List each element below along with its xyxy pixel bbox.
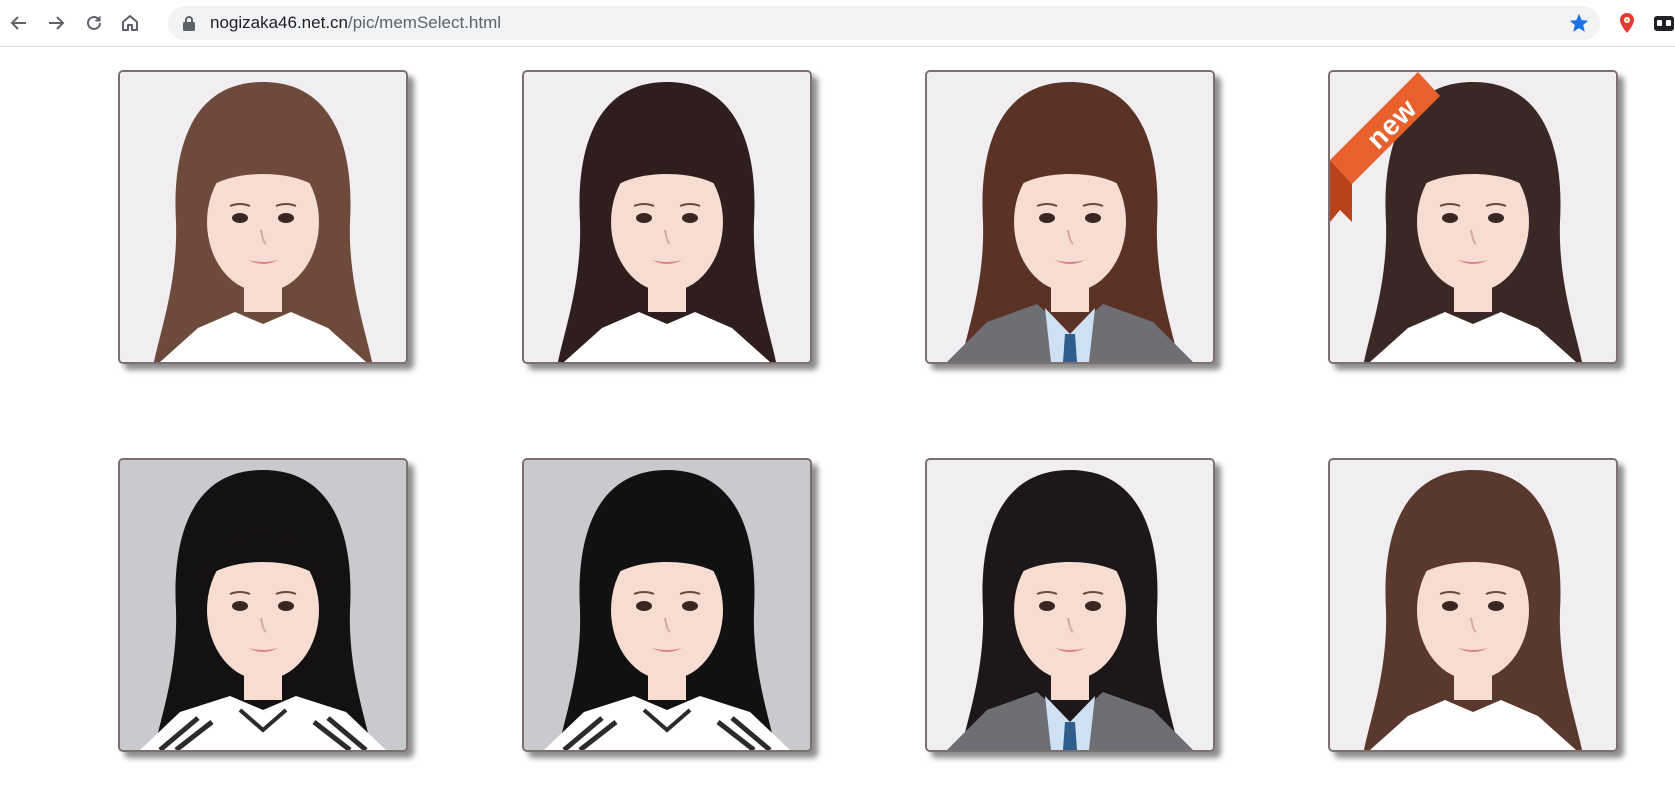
member-portrait bbox=[120, 72, 406, 362]
member-photo-card[interactable] bbox=[925, 458, 1215, 752]
home-button[interactable] bbox=[115, 8, 145, 38]
forward-button[interactable] bbox=[41, 8, 71, 38]
address-bar[interactable]: nogizaka46.net.cn/pic/memSelect.html bbox=[168, 6, 1600, 40]
reload-icon bbox=[87, 15, 101, 30]
member-portrait bbox=[1330, 460, 1616, 750]
member-portrait bbox=[927, 460, 1213, 750]
url-text[interactable]: nogizaka46.net.cn/pic/memSelect.html bbox=[210, 6, 501, 40]
url-host: nogizaka46.net.cn bbox=[210, 13, 348, 32]
member-photo-card[interactable] bbox=[925, 70, 1215, 364]
forward-icon bbox=[49, 16, 65, 30]
member-photo-card[interactable] bbox=[522, 458, 812, 752]
member-portrait bbox=[524, 460, 810, 750]
back-icon bbox=[10, 16, 26, 30]
member-photo-card[interactable] bbox=[1328, 458, 1618, 752]
reload-button[interactable] bbox=[79, 8, 109, 38]
home-icon bbox=[122, 15, 138, 31]
member-portrait bbox=[120, 460, 406, 750]
star-icon[interactable] bbox=[1568, 12, 1590, 34]
member-photo-card[interactable] bbox=[522, 70, 812, 364]
member-grid: new bbox=[0, 46, 1675, 805]
back-button[interactable] bbox=[4, 8, 34, 38]
member-photo-card[interactable] bbox=[118, 458, 408, 752]
member-photo-card[interactable]: new bbox=[1328, 70, 1618, 364]
url-path: /pic/memSelect.html bbox=[348, 13, 502, 32]
member-photo-card[interactable] bbox=[118, 70, 408, 364]
lock-icon[interactable] bbox=[182, 15, 196, 31]
location-pin-icon[interactable] bbox=[1616, 12, 1638, 34]
member-portrait bbox=[927, 72, 1213, 362]
extension-icon[interactable] bbox=[1653, 12, 1675, 34]
browser-toolbar: nogizaka46.net.cn/pic/memSelect.html bbox=[0, 0, 1675, 47]
member-portrait bbox=[524, 72, 810, 362]
